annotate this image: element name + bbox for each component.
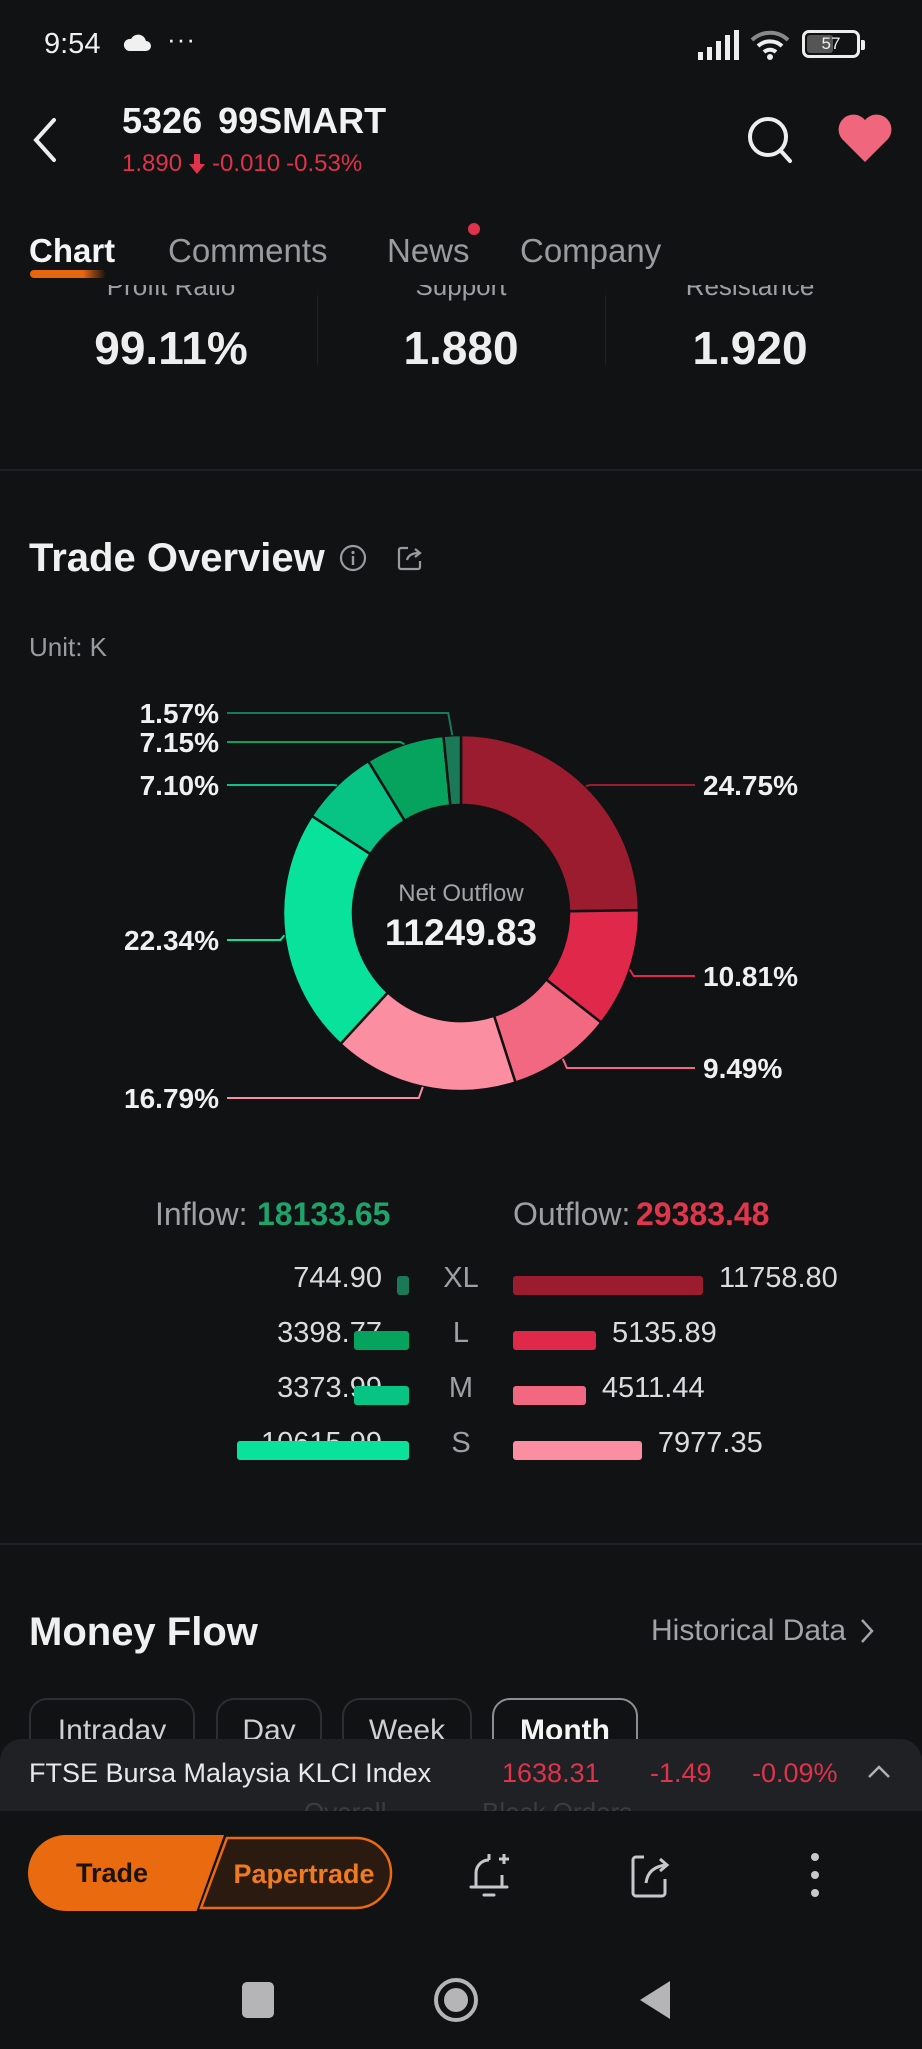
flow-row-m: 3373.99 M 4511.44	[0, 1372, 922, 1412]
system-nav-bar	[0, 1941, 922, 2049]
stock-header: 5326 99SMART 1.890 -0.010 -0.53%	[0, 90, 922, 200]
money-flow-title: Money Flow	[29, 1610, 258, 1654]
info-icon[interactable]	[338, 543, 368, 573]
tab-chart[interactable]: Chart	[29, 232, 115, 270]
size-s-label: S	[451, 1427, 471, 1459]
search-icon[interactable]	[744, 112, 796, 168]
outflow-l-value: 5135.89	[611, 1317, 717, 1349]
donut-center-label: Net Outflow	[398, 880, 524, 907]
outflow-m-value: 4511.44	[601, 1372, 705, 1404]
donut-leader-line	[227, 1086, 424, 1099]
donut-label: 24.75%	[703, 770, 798, 801]
donut-leader-line	[227, 934, 286, 941]
home-icon[interactable]	[433, 1977, 479, 2023]
outflow-value: 29383.48	[636, 1196, 770, 1232]
section-divider	[0, 1543, 922, 1545]
inflow-m-bar	[354, 1386, 409, 1405]
tab-comments[interactable]: Comments	[168, 232, 328, 270]
nav-back-icon[interactable]	[638, 1979, 672, 2021]
donut-leader-line	[585, 784, 695, 788]
outflow-l-bar	[513, 1331, 596, 1350]
donut-leader-line	[227, 712, 454, 736]
cloud-icon	[123, 34, 151, 51]
trade-button[interactable]: Trade	[28, 1835, 224, 1911]
unit-label: Unit: K	[29, 632, 108, 662]
signal-icon	[698, 30, 739, 60]
size-xl-label: XL	[443, 1262, 479, 1294]
inflow-label: Inflow:	[155, 1196, 248, 1232]
stock-title: 5326 99SMART	[122, 100, 387, 141]
favorite-heart-icon[interactable]	[836, 112, 894, 164]
inflow-value: 18133.65	[257, 1196, 391, 1232]
stock-price: 1.890	[122, 150, 183, 177]
chevron-up-icon[interactable]	[866, 1761, 892, 1783]
more-options-icon[interactable]	[800, 1849, 830, 1901]
donut-center-value: 11249.83	[384, 912, 538, 953]
index-price: 1638.31	[502, 1758, 600, 1788]
inflow-l-bar	[354, 1331, 409, 1350]
donut-leader-line	[561, 1058, 695, 1069]
outflow-label: Outflow:	[513, 1196, 631, 1232]
index-change-pct: -0.09%	[752, 1758, 838, 1788]
chevron-right-icon	[861, 1619, 874, 1643]
donut-label: 9.49%	[703, 1053, 782, 1084]
inflow-xl-value: 744.90	[293, 1262, 382, 1294]
flow-summary: Inflow: 18133.65 Outflow: 29383.48	[0, 1196, 922, 1240]
battery-icon: 57	[802, 30, 865, 58]
tab-company[interactable]: Company	[520, 232, 661, 270]
news-unread-badge	[468, 223, 480, 235]
donut-label: 1.57%	[140, 698, 219, 729]
index-ticker-bar[interactable]: FTSE Bursa Malaysia KLCI Index 1638.31 -…	[0, 1739, 922, 1827]
historical-data-link[interactable]: Historical Data	[651, 1614, 874, 1648]
donut-leader-line	[628, 969, 695, 977]
donut-leader-line	[227, 741, 405, 746]
index-name: FTSE Bursa Malaysia KLCI Index	[29, 1758, 432, 1788]
outflow-xl-value: 11758.80	[719, 1262, 838, 1294]
main-tabs: Chart Comments News Company	[0, 200, 922, 290]
price-change: -0.010	[212, 150, 281, 177]
price-line: 1.890 -0.010 -0.53%	[122, 150, 362, 178]
donut-label: 22.34%	[124, 925, 219, 956]
status-time: 9:54	[44, 28, 101, 60]
active-tab-indicator	[30, 270, 106, 278]
arrow-down-icon	[189, 154, 206, 174]
wifi-icon	[750, 30, 790, 60]
recents-icon[interactable]	[242, 1982, 274, 2018]
outflow-s-value: 7977.35	[657, 1427, 763, 1459]
size-l-label: L	[452, 1317, 470, 1349]
key-stats: Profit Ratio 99.11% Support 1.880 Resist…	[94, 285, 815, 374]
papertrade-button[interactable]: Papertrade	[197, 1836, 393, 1910]
flow-row-l: 3398.77 L 5135.89	[0, 1317, 922, 1357]
flow-row-xl: 744.90 XL 11758.80	[0, 1262, 922, 1302]
price-change-pct: -0.53%	[286, 150, 363, 177]
inflow-s-bar	[237, 1441, 409, 1460]
section-divider	[0, 469, 922, 471]
more-notifications-icon: ···	[167, 24, 196, 54]
donut-label: 16.79%	[124, 1083, 219, 1114]
donut-label: 10.81%	[703, 961, 798, 992]
trade-overview-title: Trade Overview	[29, 536, 325, 580]
share-icon[interactable]	[626, 1849, 674, 1901]
bottom-action-bar: Trade Papertrade	[0, 1811, 922, 1941]
size-m-label: M	[448, 1372, 474, 1404]
back-arrow-icon[interactable]	[26, 112, 66, 168]
add-alert-bell-icon[interactable]	[466, 1849, 514, 1901]
outflow-m-bar	[513, 1386, 586, 1405]
donut-label: 7.10%	[140, 770, 219, 801]
donut-label: 7.15%	[140, 727, 219, 758]
share-icon[interactable]	[395, 543, 425, 573]
outflow-s-bar	[513, 1441, 642, 1460]
flow-row-s: 10615.99 S 7977.35	[0, 1427, 922, 1467]
tab-news[interactable]: News	[387, 232, 470, 270]
index-change: -1.49	[650, 1758, 712, 1788]
trade-overview-donut: 24.75% 10.81% 9.49% 16.79% 22.34% 7.10% 7.15% 1…	[0, 680, 922, 1120]
status-bar: 9:54 ··· 57	[0, 0, 922, 90]
outflow-xl-bar	[513, 1276, 703, 1295]
inflow-xl-bar	[396, 1276, 409, 1295]
